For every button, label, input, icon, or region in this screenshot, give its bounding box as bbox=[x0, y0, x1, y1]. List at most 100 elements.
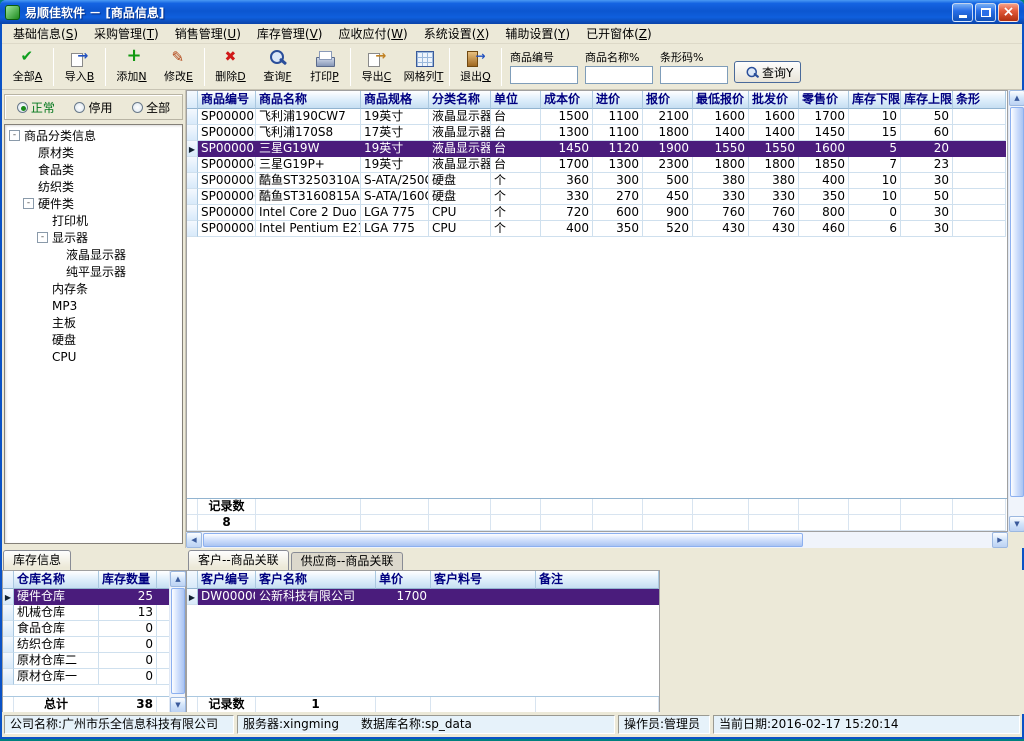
scrollbar-thumb[interactable] bbox=[1010, 107, 1024, 497]
column-header[interactable]: 报价 bbox=[643, 91, 693, 109]
add-button[interactable]: 添加N bbox=[108, 46, 155, 88]
scrollbar-thumb[interactable] bbox=[203, 533, 803, 547]
column-header[interactable]: 库存上限 bbox=[901, 91, 953, 109]
tree-node[interactable]: 内存条 bbox=[5, 280, 182, 297]
all-button[interactable]: 全部A bbox=[4, 46, 51, 88]
column-header[interactable]: 备注 bbox=[536, 571, 659, 589]
import-button[interactable]: 导入B bbox=[56, 46, 103, 88]
product-name-input[interactable] bbox=[585, 66, 653, 84]
tree-node[interactable]: 纯平显示器 bbox=[5, 263, 182, 280]
column-header[interactable]: 客户名称 bbox=[256, 571, 376, 589]
tree-node[interactable]: 纺织类 bbox=[5, 178, 182, 195]
scrollbar-thumb[interactable] bbox=[171, 588, 185, 694]
product-code-input[interactable] bbox=[510, 66, 578, 84]
tree-node[interactable]: CPU bbox=[5, 348, 182, 365]
delete-button[interactable]: 删除D bbox=[207, 46, 254, 88]
table-row[interactable]: ▶DW000002公新科技有限公司1700 bbox=[187, 589, 659, 605]
table-row[interactable]: SP000008Intel Pentium E2140LGA 775CPU个40… bbox=[187, 221, 1007, 237]
scroll-down-button[interactable]: ▼ bbox=[1009, 516, 1024, 532]
column-header[interactable]: 商品名称 bbox=[256, 91, 361, 109]
table-row[interactable]: 纺织仓库0 bbox=[3, 637, 185, 653]
menu-item-system-settings[interactable]: 系统设置(X) bbox=[416, 23, 498, 44]
tree-node[interactable]: 食品类 bbox=[5, 161, 182, 178]
tree-node[interactable]: -显示器 bbox=[5, 229, 182, 246]
menu-item-receivable-payable[interactable]: 应收应付(W) bbox=[330, 23, 415, 44]
table-row[interactable]: ▶硬件仓库25 bbox=[3, 589, 185, 605]
column-header[interactable]: 客户料号 bbox=[431, 571, 536, 589]
column-header[interactable]: 最低报价 bbox=[693, 91, 749, 109]
scroll-up-button[interactable]: ▲ bbox=[1009, 90, 1024, 106]
column-header[interactable]: 商品编号 bbox=[198, 91, 256, 109]
radio-disabled[interactable]: 停用 bbox=[74, 99, 112, 116]
table-row[interactable]: 原材仓库一0 bbox=[3, 669, 185, 685]
column-header[interactable]: 商品规格 bbox=[361, 91, 429, 109]
inventory-scrollbar[interactable]: ▲ ▼ bbox=[169, 571, 185, 713]
tree-node[interactable]: MP3 bbox=[5, 297, 182, 314]
column-header[interactable]: 分类名称 bbox=[429, 91, 491, 109]
column-header[interactable]: 仓库名称 bbox=[14, 571, 99, 589]
table-row[interactable]: SP000004三星G19P+19英寸液晶显示器台170013002300180… bbox=[187, 157, 1007, 173]
scroll-left-button[interactable]: ◀ bbox=[186, 532, 202, 548]
radio-all[interactable]: 全部 bbox=[132, 99, 170, 116]
exit-button[interactable]: 退出Q bbox=[452, 46, 499, 88]
table-row[interactable]: SP000002飞利浦170S817英寸液晶显示器台13001100180014… bbox=[187, 125, 1007, 141]
menu-item-basic-info[interactable]: 基础信息(S) bbox=[5, 23, 86, 44]
print-button[interactable]: 打印P bbox=[301, 46, 348, 88]
column-header[interactable]: 条形 bbox=[953, 91, 1006, 109]
table-row[interactable]: SP000001飞利浦190CW719英寸液晶显示器台1500110021001… bbox=[187, 109, 1007, 125]
menu-item-sales[interactable]: 销售管理(U) bbox=[167, 23, 249, 44]
collapse-toggle-icon[interactable]: - bbox=[9, 130, 20, 141]
table-row[interactable]: 原材仓库二0 bbox=[3, 653, 185, 669]
table-row[interactable]: SP000005酷鱼ST3250310ASS-ATA/250G硬盘个360300… bbox=[187, 173, 1007, 189]
restore-button[interactable] bbox=[975, 3, 996, 22]
tree-node[interactable]: 硬盘 bbox=[5, 331, 182, 348]
scroll-down-button[interactable]: ▼ bbox=[170, 697, 186, 713]
summary-cell bbox=[643, 499, 693, 515]
column-header[interactable]: 单价 bbox=[376, 571, 431, 589]
minimize-button[interactable] bbox=[952, 3, 973, 22]
barcode-input[interactable] bbox=[660, 66, 728, 84]
menu-item-purchase[interactable]: 采购管理(T) bbox=[86, 23, 167, 44]
column-header[interactable]: 库存下限 bbox=[849, 91, 901, 109]
menu-item-open-windows[interactable]: 已开窗体(Z) bbox=[578, 23, 660, 44]
tree-node[interactable]: 打印机 bbox=[5, 212, 182, 229]
menu-item-stock[interactable]: 库存管理(V) bbox=[249, 23, 331, 44]
table-row[interactable]: ▶SP000003三星G19W19英寸液晶显示器台145011201900155… bbox=[187, 141, 1007, 157]
column-header[interactable]: 成本价 bbox=[541, 91, 593, 109]
close-button[interactable]: × bbox=[998, 3, 1019, 22]
tree-node[interactable]: 液晶显示器 bbox=[5, 246, 182, 263]
export-button[interactable]: 导出C bbox=[353, 46, 400, 88]
column-header[interactable]: 客户编号 bbox=[198, 571, 256, 589]
column-header[interactable]: 库存数量 bbox=[99, 571, 157, 589]
table-row[interactable]: SP000007Intel Core 2 Duo E450LGA 775CPU个… bbox=[187, 205, 1007, 221]
table-row[interactable]: 机械仓库13 bbox=[3, 605, 185, 621]
cell: 350 bbox=[799, 189, 849, 205]
radio-normal[interactable]: 正常 bbox=[17, 99, 55, 116]
column-header[interactable]: 零售价 bbox=[799, 91, 849, 109]
check-all-icon bbox=[17, 49, 39, 67]
column-header[interactable]: 批发价 bbox=[749, 91, 799, 109]
horizontal-scrollbar[interactable]: ◀ ▶ bbox=[186, 532, 1008, 548]
collapse-toggle-icon[interactable]: - bbox=[37, 232, 48, 243]
tab-customer-product-relation[interactable]: 客户--商品关联 bbox=[188, 550, 289, 570]
table-row[interactable]: 食品仓库0 bbox=[3, 621, 185, 637]
tree-root[interactable]: -商品分类信息 bbox=[5, 127, 182, 144]
menu-item-auxiliary-settings[interactable]: 辅助设置(Y) bbox=[497, 23, 578, 44]
tab-inventory-info[interactable]: 库存信息 bbox=[3, 550, 71, 570]
tree-node[interactable]: -硬件类 bbox=[5, 195, 182, 212]
tree-node[interactable]: 主板 bbox=[5, 314, 182, 331]
column-header[interactable]: 单位 bbox=[491, 91, 541, 109]
edit-button[interactable]: 修改E bbox=[155, 46, 202, 88]
tab-supplier-product-relation[interactable]: 供应商--商品关联 bbox=[291, 552, 404, 570]
scroll-up-button[interactable]: ▲ bbox=[170, 571, 186, 587]
column-header[interactable]: 进价 bbox=[593, 91, 643, 109]
grid-columns-button[interactable]: 网格列T bbox=[400, 46, 447, 88]
scroll-right-button[interactable]: ▶ bbox=[992, 532, 1008, 548]
title-bar[interactable]: 易顺佳软件 － [商品信息] × bbox=[0, 0, 1024, 24]
tree-node[interactable]: 原材类 bbox=[5, 144, 182, 161]
collapse-toggle-icon[interactable]: - bbox=[23, 198, 34, 209]
table-row[interactable]: SP000006酷鱼ST3160815AS(值S-ATA/160G硬盘个3302… bbox=[187, 189, 1007, 205]
find-button[interactable]: 查询F bbox=[254, 46, 301, 88]
vertical-scrollbar[interactable]: ▲ ▼ bbox=[1008, 90, 1024, 532]
query-button[interactable]: 查询Y bbox=[734, 61, 801, 83]
